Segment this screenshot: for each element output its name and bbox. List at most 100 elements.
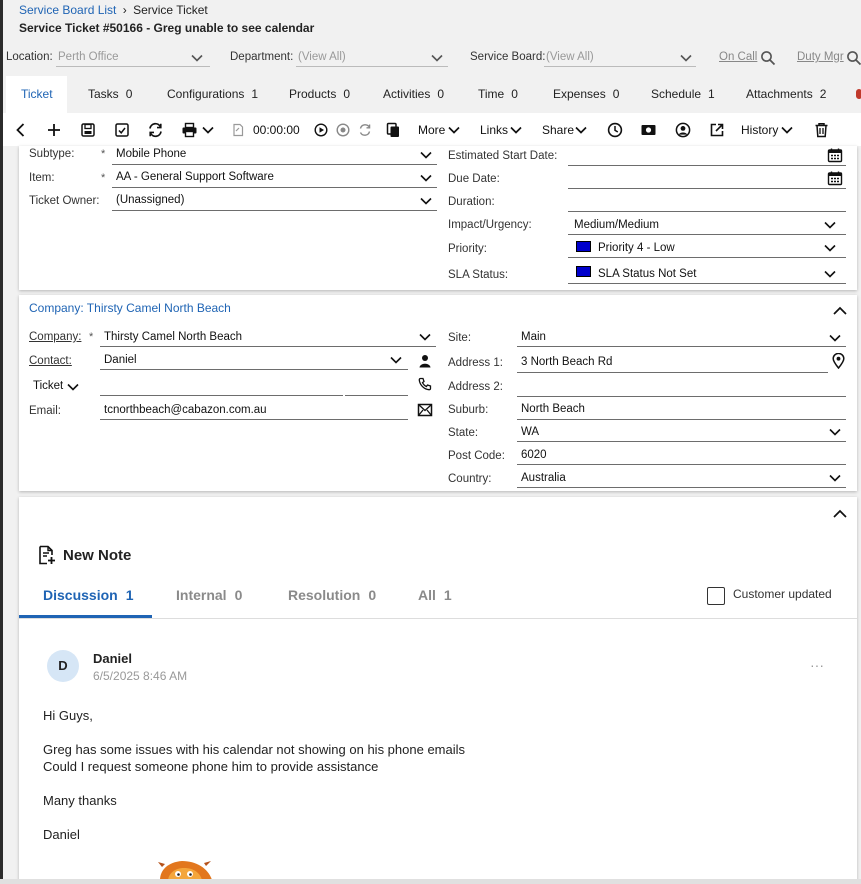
phone-type-select[interactable]: Ticket — [33, 380, 63, 392]
tab-ticket[interactable]: Ticket — [6, 76, 67, 113]
estimated-start-calendar-icon[interactable] — [827, 147, 843, 163]
priority-select[interactable]: Priority 4 - Low — [598, 242, 675, 254]
expense-money-icon[interactable] — [640, 122, 657, 138]
clock-icon[interactable] — [607, 122, 623, 138]
site-select[interactable]: Main — [521, 331, 546, 343]
contact-user-icon[interactable] — [675, 122, 691, 138]
ticket-owner-select[interactable]: (Unassigned) — [116, 194, 184, 206]
map-location-pin-icon[interactable] — [832, 353, 845, 369]
back-icon[interactable] — [13, 122, 29, 138]
sla-status-select[interactable]: SLA Status Not Set — [598, 268, 696, 280]
company-label-link[interactable]: Company: — [29, 331, 81, 343]
department-chevron-down-icon[interactable] — [430, 51, 444, 65]
service-board-select[interactable]: (View All) — [546, 51, 594, 63]
on-call-search-icon[interactable] — [760, 50, 776, 66]
timer-stop-icon[interactable] — [336, 123, 350, 137]
tab-configurations[interactable]: Configurations 1 — [167, 87, 258, 101]
notes-collapse-chevron-up-icon[interactable] — [832, 507, 848, 521]
duty-mgr-link[interactable]: Duty Mgr — [797, 51, 844, 63]
subtype-chevron-down-icon[interactable] — [419, 148, 433, 162]
location-select[interactable]: Perth Office — [58, 51, 119, 63]
phone-number-input[interactable] — [100, 378, 343, 395]
delete-trash-icon[interactable] — [814, 122, 829, 138]
more-chevron-down-icon[interactable] — [447, 123, 461, 137]
address2-input[interactable] — [517, 379, 846, 396]
site-chevron-down-icon[interactable] — [828, 331, 842, 345]
item-chevron-down-icon[interactable] — [419, 171, 433, 185]
links-menu-button[interactable]: Links — [480, 123, 508, 137]
tab-products[interactable]: Products 0 — [289, 87, 350, 101]
add-icon[interactable] — [46, 122, 62, 138]
item-select[interactable]: AA - General Support Software — [116, 171, 274, 183]
country-select[interactable]: Australia — [521, 472, 566, 484]
tab-attachments[interactable]: Attachments 2 — [746, 87, 826, 101]
email-input[interactable]: tcnorthbeach@cabazon.com.au — [104, 404, 267, 416]
save-icon[interactable] — [80, 122, 96, 138]
tab-overflow-indicator[interactable] — [856, 89, 861, 99]
phone-call-icon[interactable] — [418, 377, 432, 391]
breadcrumb-link-service-board-list[interactable]: Service Board List — [19, 3, 116, 17]
company-select[interactable]: Thirsty Camel North Beach — [104, 331, 242, 343]
print-icon[interactable] — [181, 122, 198, 138]
timer-reset-icon[interactable] — [358, 123, 372, 137]
note-tab-discussion[interactable]: Discussion 1 — [43, 587, 134, 603]
tab-time[interactable]: Time 0 — [478, 87, 518, 101]
state-chevron-down-icon[interactable] — [828, 425, 842, 439]
contact-label-link[interactable]: Contact: — [29, 355, 72, 367]
open-external-icon[interactable] — [709, 122, 725, 138]
contact-select[interactable]: Daniel — [104, 354, 137, 366]
note-tab-all-label: All — [418, 587, 436, 603]
note-tab-resolution[interactable]: Resolution 0 — [288, 587, 376, 603]
duty-mgr-search-icon[interactable] — [846, 50, 861, 66]
links-chevron-down-icon[interactable] — [509, 123, 523, 137]
horizontal-scrollbar[interactable] — [0, 879, 861, 884]
subtype-select[interactable]: Mobile Phone — [116, 148, 186, 160]
phone-extension-input[interactable] — [345, 378, 408, 395]
history-menu-button[interactable]: History — [741, 123, 778, 137]
note-more-options-icon[interactable]: ··· — [810, 657, 824, 673]
due-date-calendar-icon[interactable] — [827, 170, 843, 186]
tab-tasks[interactable]: Tasks 0 — [88, 87, 132, 101]
state-select[interactable]: WA — [521, 426, 539, 438]
customer-updated-checkbox[interactable] — [707, 587, 725, 605]
duration-input[interactable] — [568, 194, 846, 211]
post-code-input[interactable]: 6020 — [521, 449, 547, 461]
suburb-input[interactable]: North Beach — [521, 403, 585, 415]
company-chevron-down-icon[interactable] — [418, 330, 432, 344]
contact-person-icon[interactable] — [418, 354, 432, 368]
print-chevron-down-icon[interactable] — [201, 123, 215, 137]
service-board-chevron-down-icon[interactable] — [679, 51, 693, 65]
company-section-header[interactable]: Company: Thirsty Camel North Beach — [29, 301, 231, 315]
department-select[interactable]: (View All) — [298, 51, 346, 63]
impact-urgency-select[interactable]: Medium/Medium — [574, 219, 659, 231]
tab-schedule[interactable]: Schedule 1 — [651, 87, 715, 101]
send-email-icon[interactable] — [417, 403, 433, 417]
tab-expenses[interactable]: Expenses 0 — [553, 87, 619, 101]
timer-play-icon[interactable] — [314, 123, 328, 137]
share-menu-button[interactable]: Share — [542, 123, 574, 137]
phone-type-chevron-down-icon[interactable] — [66, 380, 80, 394]
history-chevron-down-icon[interactable] — [780, 123, 794, 137]
tab-activities[interactable]: Activities 0 — [383, 87, 444, 101]
priority-chevron-down-icon[interactable] — [823, 241, 837, 255]
contact-chevron-down-icon[interactable] — [389, 353, 403, 367]
copy-icon[interactable] — [386, 122, 400, 138]
note-tab-all[interactable]: All 1 — [418, 587, 452, 603]
refresh-icon[interactable] — [147, 122, 164, 138]
estimated-start-date-input[interactable] — [568, 148, 846, 165]
address1-input[interactable]: 3 North Beach Rd — [521, 356, 612, 368]
new-note-button[interactable]: New Note — [63, 547, 131, 564]
on-call-link[interactable]: On Call — [719, 51, 757, 63]
location-chevron-down-icon[interactable] — [190, 51, 204, 65]
company-collapse-chevron-up-icon[interactable] — [832, 304, 848, 318]
sla-status-chevron-down-icon[interactable] — [823, 267, 837, 281]
share-chevron-down-icon[interactable] — [574, 123, 588, 137]
note-tab-internal[interactable]: Internal 0 — [176, 587, 242, 603]
country-chevron-down-icon[interactable] — [828, 471, 842, 485]
impact-urgency-chevron-down-icon[interactable] — [823, 218, 837, 232]
more-menu-button[interactable]: More — [418, 123, 445, 137]
due-date-input[interactable] — [568, 171, 846, 188]
save-and-close-icon[interactable] — [114, 122, 130, 138]
new-note-icon[interactable] — [38, 545, 56, 565]
ticket-owner-chevron-down-icon[interactable] — [419, 194, 433, 208]
